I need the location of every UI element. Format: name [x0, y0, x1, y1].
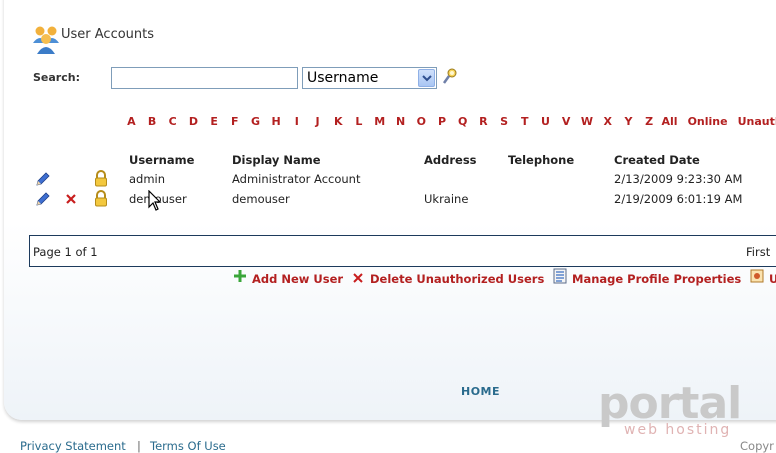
lock-icon[interactable]	[93, 170, 109, 187]
alphabet-filter-x[interactable]: X	[597, 115, 618, 128]
cell-display-name: demouser	[232, 192, 290, 206]
pager: Page 1 of 1 First	[29, 235, 776, 267]
cell-created-date: 2/19/2009 6:01:19 AM	[614, 192, 743, 206]
chevron-down-icon[interactable]	[418, 69, 435, 87]
cell-address: Ukraine	[424, 192, 469, 206]
portal-logo: portal web hosting	[598, 382, 776, 442]
logo-main-text: portal	[598, 378, 742, 429]
add-new-user-label: Add New User	[252, 272, 344, 286]
alphabet-filter-b[interactable]: B	[142, 115, 163, 128]
alphabet-filter-h[interactable]: H	[266, 115, 287, 128]
alphabet-filter-m[interactable]: M	[369, 115, 390, 128]
alphabet-filter-p[interactable]: P	[432, 115, 453, 128]
search-input[interactable]	[111, 67, 298, 89]
mouse-cursor-icon	[148, 189, 164, 212]
delete-unauthorized-users-label: Delete Unauthorized Users	[370, 272, 545, 286]
search-label: Search:	[33, 71, 80, 84]
cell-username: admin	[129, 172, 166, 186]
search-field-select[interactable]: Username	[302, 67, 437, 89]
alphabet-filter-g[interactable]: G	[245, 115, 266, 128]
alphabet-filter-j[interactable]: J	[307, 115, 328, 128]
alphabet-filter-w[interactable]: W	[576, 115, 597, 128]
alphabet-filter-q[interactable]: Q	[452, 115, 473, 128]
column-header-username[interactable]: Username	[129, 153, 194, 167]
search-field-value: Username	[307, 70, 379, 86]
delete-x-icon[interactable]	[64, 191, 80, 207]
plus-icon	[233, 268, 249, 284]
alphabet-filter-online[interactable]: Online	[688, 115, 728, 128]
alphabet-filter-i[interactable]: I	[287, 115, 308, 128]
logo-sub-text: web hosting	[624, 422, 732, 438]
alphabet-filter-c[interactable]: C	[162, 115, 183, 128]
alphabet-filter-f[interactable]: F	[224, 115, 245, 128]
alphabet-filter-z[interactable]: Z	[639, 115, 660, 128]
search-icon[interactable]	[442, 68, 458, 86]
alphabet-filter: A B C D E F G H I J K L M N O P Q R S T U V W X Y Z All Online Unaut…	[121, 110, 776, 128]
user-settings-label: U	[769, 272, 776, 286]
delete-x-icon	[351, 270, 367, 286]
alphabet-filter-r[interactable]: R	[473, 115, 494, 128]
edit-pencil-icon[interactable]	[35, 171, 51, 187]
alphabet-filter-all[interactable]: All	[662, 115, 678, 128]
alphabet-filter-unauth[interactable]: Unauth	[738, 115, 776, 128]
alphabet-filter-n[interactable]: N	[390, 115, 411, 128]
alphabet-filter-t[interactable]: T	[514, 115, 535, 128]
settings-icon	[750, 268, 766, 284]
footer-separator: |	[137, 439, 141, 453]
alphabet-filter-e[interactable]: E	[204, 115, 225, 128]
alphabet-filter-d[interactable]: D	[183, 115, 204, 128]
alphabet-filter-o[interactable]: O	[411, 115, 432, 128]
alphabet-filter-s[interactable]: S	[494, 115, 515, 128]
alphabet-filter-l[interactable]: L	[349, 115, 370, 128]
column-header-address[interactable]: Address	[424, 153, 477, 167]
alphabet-filter-v[interactable]: V	[556, 115, 577, 128]
users-icon	[32, 24, 60, 54]
edit-pencil-icon[interactable]	[35, 191, 51, 207]
content-panel	[4, 0, 776, 420]
alphabet-filter-k[interactable]: K	[328, 115, 349, 128]
page-title: User Accounts	[61, 27, 155, 42]
pager-first-link[interactable]: First	[746, 245, 770, 259]
pager-info: Page 1 of 1	[33, 245, 98, 259]
column-header-created-date[interactable]: Created Date	[614, 153, 700, 167]
terms-of-use-link[interactable]: Terms Of Use	[150, 439, 226, 453]
cell-created-date: 2/13/2009 9:23:30 AM	[614, 172, 743, 186]
column-header-telephone[interactable]: Telephone	[508, 153, 574, 167]
privacy-statement-link[interactable]: Privacy Statement	[20, 439, 126, 453]
alphabet-filter-y[interactable]: Y	[618, 115, 639, 128]
lock-icon[interactable]	[93, 190, 109, 207]
cell-display-name: Administrator Account	[232, 172, 361, 186]
manage-profile-properties-label: Manage Profile Properties	[572, 272, 742, 286]
home-link[interactable]: HOME	[461, 385, 500, 398]
column-header-display-name[interactable]: Display Name	[232, 153, 321, 167]
alphabet-filter-u[interactable]: U	[535, 115, 556, 128]
copyright-text: Copyr	[740, 439, 774, 453]
alphabet-filter-a[interactable]: A	[121, 115, 142, 128]
list-document-icon	[553, 268, 569, 284]
